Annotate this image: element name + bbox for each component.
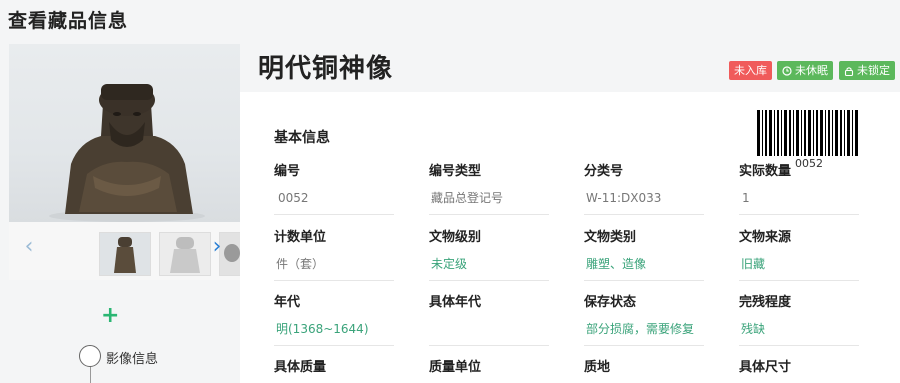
field-relic-source: 文物来源 旧藏 xyxy=(739,229,859,281)
field-label: 分类号 xyxy=(584,164,624,179)
barcode-icon xyxy=(757,110,858,156)
lock-icon xyxy=(844,66,854,76)
field-value: 雕塑、造像 xyxy=(586,257,647,271)
field-label: 文物来源 xyxy=(739,230,792,245)
field-value: 未定级 xyxy=(431,257,468,271)
field-label: 完残程度 xyxy=(739,295,792,310)
chevron-left-icon[interactable]: ‹ xyxy=(20,234,38,260)
statue-thumbnail-icon xyxy=(160,233,210,275)
field-label: 编号类型 xyxy=(429,164,482,179)
page-title: 查看藏品信息 xyxy=(8,10,129,32)
field-value: 0052 xyxy=(278,191,309,205)
field-value: 件（套） xyxy=(276,257,325,271)
field-label: 编号 xyxy=(274,164,301,179)
field-code-type: 编号类型 藏品总登记号 xyxy=(429,163,549,215)
thumbnail-2[interactable] xyxy=(159,232,211,276)
thumbnail-1[interactable] xyxy=(99,232,151,276)
object-name: 明代铜神像 xyxy=(258,54,394,84)
field-value: 残缺 xyxy=(741,322,766,336)
field-actual-quantity: 实际数量 1 xyxy=(739,163,859,215)
divider xyxy=(274,345,394,346)
field-completeness: 完残程度 残缺 xyxy=(739,294,859,346)
badge-label: 未入库 xyxy=(734,64,767,77)
field-specific-size: 具体尺寸 xyxy=(739,359,859,377)
divider xyxy=(429,280,549,281)
field-label: 实际数量 xyxy=(739,164,792,179)
statue-thumbnail-icon xyxy=(100,233,150,275)
field-era: 年代 明(1368~1644) xyxy=(274,294,394,346)
field-specific-mass: 具体质量 xyxy=(274,359,394,377)
divider xyxy=(274,280,394,281)
badge-label: 未休眠 xyxy=(795,64,828,77)
field-label: 质量单位 xyxy=(429,360,482,375)
field-value: 明(1368~1644) xyxy=(276,322,369,336)
main-photo[interactable] xyxy=(9,44,240,222)
field-value: 藏品总登记号 xyxy=(431,191,504,205)
divider xyxy=(584,345,704,346)
field-value: 部分损腐，需要修复 xyxy=(586,322,695,336)
divider xyxy=(739,214,859,215)
divider xyxy=(739,345,859,346)
divider xyxy=(429,214,549,215)
status-badge-not-stored: 未入库 xyxy=(729,61,772,80)
field-label: 具体年代 xyxy=(429,295,482,310)
status-badge-not-dormant: 未休眠 xyxy=(777,61,833,80)
add-icon[interactable]: + xyxy=(101,305,119,327)
chevron-right-icon[interactable]: › xyxy=(208,234,226,260)
field-label: 保存状态 xyxy=(584,295,637,310)
clock-icon xyxy=(782,65,792,76)
badge-label: 未锁定 xyxy=(857,64,890,77)
bronze-statue-image xyxy=(49,84,205,222)
field-count-unit: 计数单位 件（套） xyxy=(274,229,394,281)
status-badge-not-locked: 未锁定 xyxy=(839,61,895,80)
section-title-basic-info: 基本信息 xyxy=(274,130,330,146)
field-value xyxy=(429,321,549,337)
field-label: 年代 xyxy=(274,295,301,310)
field-relic-category: 文物类别 雕塑、造像 xyxy=(584,229,704,281)
field-value: 1 xyxy=(742,191,750,205)
tree-item-image-info[interactable]: 影像信息 xyxy=(106,348,158,367)
field-category-number: 分类号 W-11:DX033 xyxy=(584,163,704,215)
field-code: 编号 0052 xyxy=(274,163,394,215)
field-label: 具体尺寸 xyxy=(739,360,792,375)
field-label: 质地 xyxy=(584,360,611,375)
field-label: 计数单位 xyxy=(274,230,327,245)
field-mass-unit: 质量单位 xyxy=(429,359,549,377)
field-value: 旧藏 xyxy=(741,257,766,271)
divider xyxy=(429,345,549,346)
field-label: 具体质量 xyxy=(274,360,327,375)
field-label: 文物级别 xyxy=(429,230,482,245)
divider xyxy=(739,280,859,281)
field-material: 质地 xyxy=(584,359,704,377)
field-label: 文物类别 xyxy=(584,230,637,245)
divider xyxy=(584,280,704,281)
tree-node-circle-icon[interactable] xyxy=(79,345,101,367)
field-relic-grade: 文物级别 未定级 xyxy=(429,229,549,281)
divider xyxy=(274,214,394,215)
field-preservation-state: 保存状态 部分损腐，需要修复 xyxy=(584,294,704,346)
divider xyxy=(584,214,704,215)
field-value: W-11:DX033 xyxy=(586,191,662,205)
field-specific-era: 具体年代 xyxy=(429,294,549,346)
